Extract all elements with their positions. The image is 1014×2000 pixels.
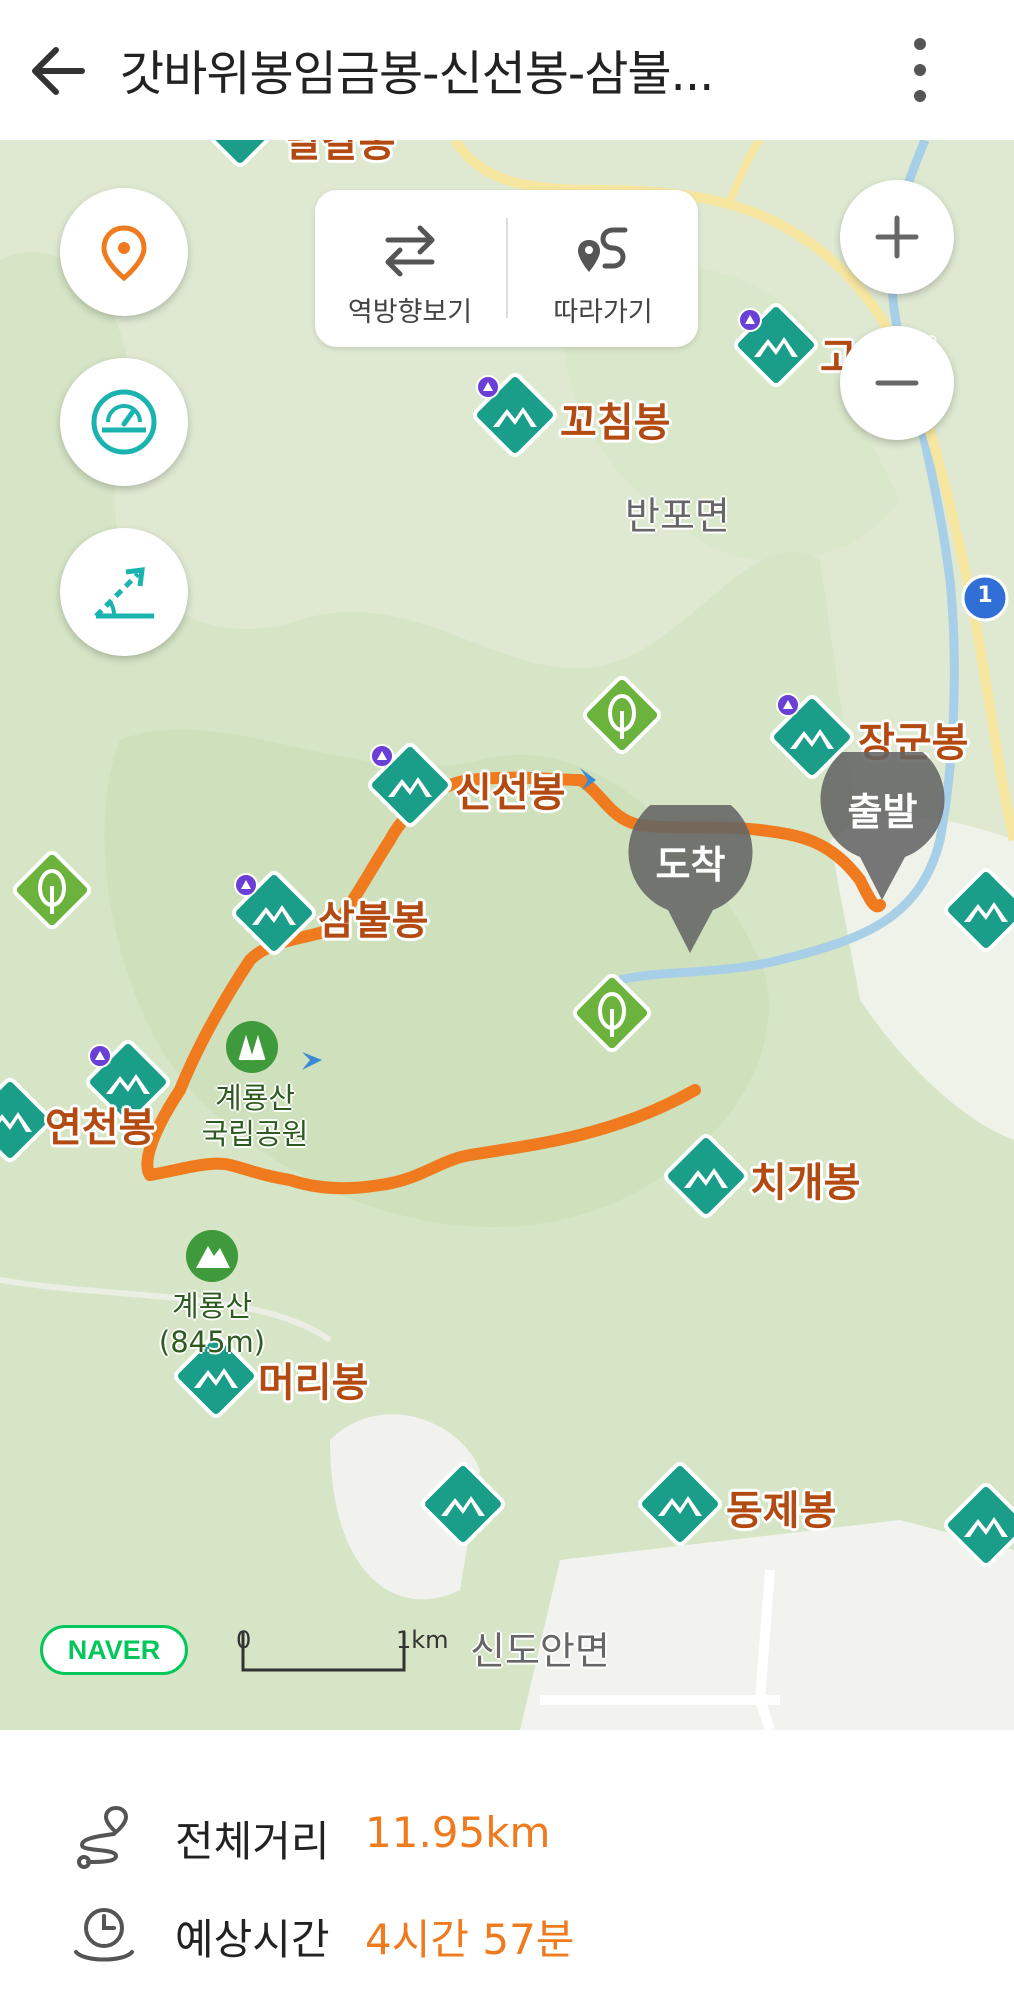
plus-icon — [875, 215, 919, 259]
peak-label: 동제봉 — [726, 1488, 837, 1534]
end-marker-label: 도착 — [655, 843, 726, 887]
speed-button[interactable] — [60, 358, 188, 486]
forest-icon — [580, 673, 664, 757]
start-marker-label: 출발 — [847, 790, 918, 834]
swap-arrows-icon — [385, 225, 435, 277]
distance-value: 11.95km — [365, 1808, 551, 1857]
peak-icon — [365, 740, 455, 830]
mountain-label: 계룡산 (845m) — [158, 1289, 266, 1359]
peak-icon — [731, 300, 821, 390]
back-button[interactable] — [24, 36, 94, 106]
peak-label: 꼬침봉 — [560, 400, 671, 446]
forest-icon — [570, 971, 654, 1055]
peak-icon — [470, 370, 560, 460]
page-title: 갓바위봉임금봉-신선봉-삼불... — [120, 46, 714, 102]
time-label: 예상시간 — [175, 1915, 330, 1964]
peak-icon — [661, 1131, 751, 1221]
peak-icon — [941, 865, 1014, 955]
zoom-in-button[interactable] — [840, 180, 954, 294]
speedometer-icon — [91, 389, 157, 455]
peak-label: 치개봉 — [750, 1160, 861, 1206]
reverse-direction-label: 역방향보기 — [347, 297, 473, 328]
distance-label: 전체거리 — [175, 1817, 330, 1866]
time-value: 4시간 57분 — [365, 1915, 575, 1964]
peak-label: 삼불봉 — [318, 898, 429, 944]
follow-route-icon — [578, 227, 628, 272]
more-button[interactable] — [890, 30, 950, 110]
park-icon — [226, 1021, 278, 1073]
naver-logo: NAVER — [40, 1625, 188, 1675]
peak-icon — [635, 1459, 725, 1549]
end-marker[interactable]: 도착 — [628, 805, 753, 955]
route-toolbar: 역방향보기 따라가기 — [315, 190, 698, 347]
area-label: 반포면 — [625, 494, 730, 538]
scale-bar — [241, 1632, 406, 1672]
follow-label: 따라가기 — [553, 297, 653, 328]
park-label: 계룡산 국립공원 — [201, 1081, 309, 1151]
clock-icon — [74, 1908, 134, 1962]
peak-label: 연천봉 — [45, 1105, 156, 1151]
peak-icon — [418, 1459, 508, 1549]
peak-label: 달걀봉 — [285, 140, 396, 166]
app-header: 갓바위봉임금봉-신선봉-삼불... — [0, 0, 1014, 140]
zoom-out-button[interactable] — [840, 326, 954, 440]
mountain-icon — [186, 1230, 238, 1282]
area-label: 신도안면 — [470, 1629, 610, 1673]
route-summary: 전체거리 11.95km 예상시간 4시간 57분 — [0, 1730, 1014, 2000]
minus-icon — [875, 380, 919, 386]
location-pin-icon — [101, 225, 147, 282]
time-row: 예상시간 4시간 57분 — [70, 1898, 970, 1968]
route-distance-icon — [77, 1805, 129, 1869]
reverse-direction-button[interactable]: 역방향보기 — [315, 190, 505, 347]
peak-label: 신선봉 — [455, 770, 566, 816]
scale-zero: 0 — [236, 1626, 252, 1654]
peak-icon — [195, 140, 285, 170]
more-vertical-icon — [914, 38, 926, 102]
scale-one: 1km — [396, 1626, 449, 1654]
peak-icon — [229, 868, 319, 958]
follow-button[interactable]: 따라가기 — [508, 190, 698, 347]
slope-icon — [94, 567, 154, 619]
map-view[interactable]: 1 달걀봉 꼬침봉 장군봉 신선봉 삼불봉 연천봉 치개봉 머리봉 동제봉 반포… — [0, 140, 1014, 1730]
forest-icon — [10, 848, 94, 932]
start-marker[interactable]: 출발 — [820, 752, 945, 902]
my-location-button[interactable] — [60, 188, 188, 316]
peak-icon — [941, 1480, 1014, 1570]
back-arrow-icon — [32, 47, 85, 95]
elevation-button[interactable] — [60, 528, 188, 656]
distance-row: 전체거리 11.95km — [70, 1800, 970, 1870]
